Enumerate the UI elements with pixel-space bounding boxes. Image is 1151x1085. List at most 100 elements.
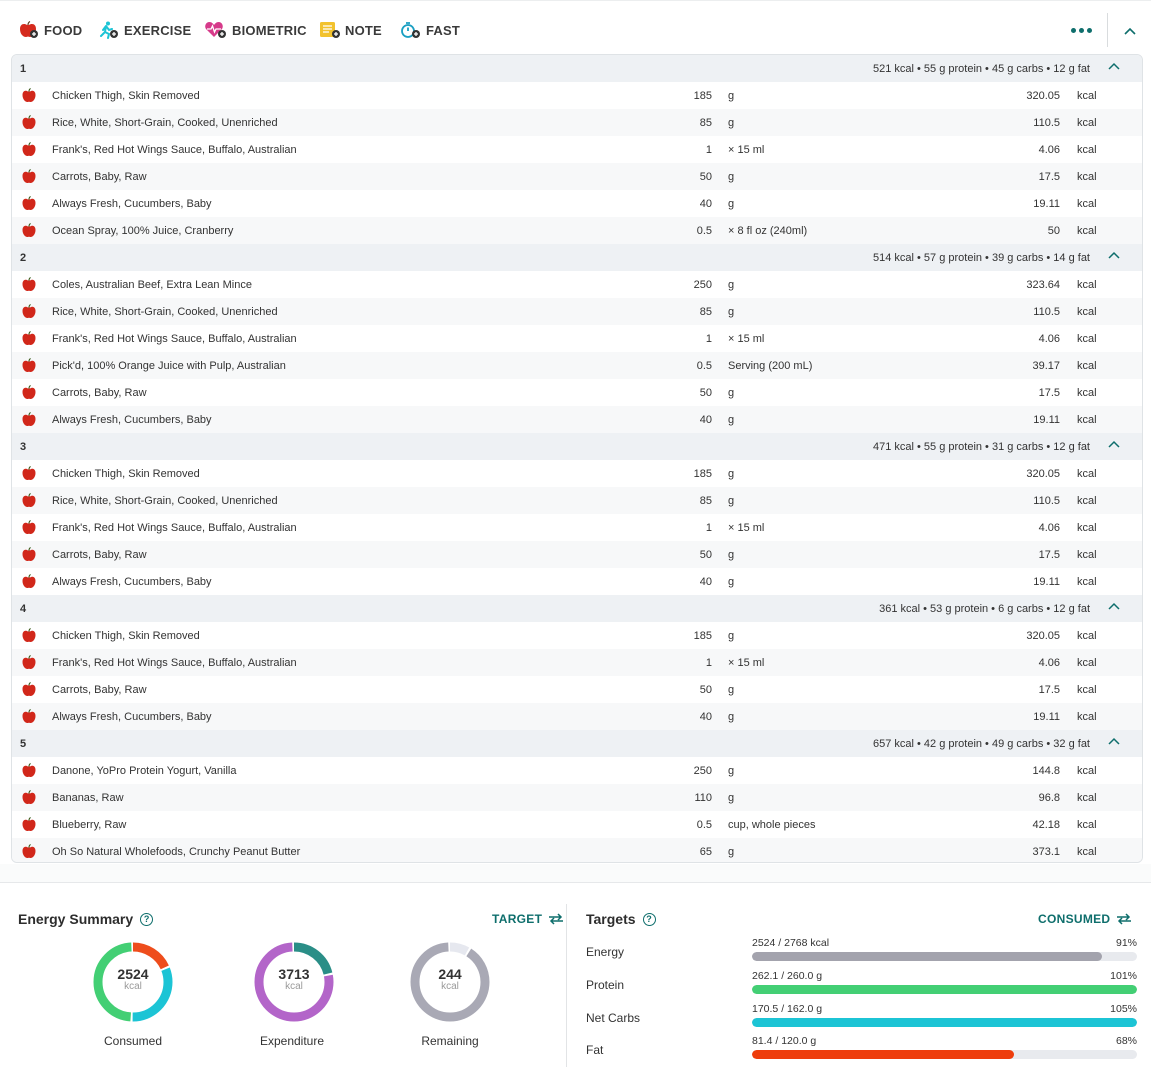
- food-entry-row[interactable]: Chicken Thigh, Skin Removed 185 g 320.05 kca…: [12, 82, 1142, 109]
- food-energy: 320.05: [1026, 90, 1060, 102]
- food-energy-unit: kcal: [1077, 225, 1097, 237]
- food-entry-row[interactable]: Blueberry, Raw 0.5 cup, whole pieces 42.18 k…: [12, 811, 1142, 838]
- target-toggle-button[interactable]: TARGET: [492, 912, 564, 926]
- fast-label: FAST: [426, 22, 461, 38]
- food-energy: 4.06: [1038, 144, 1060, 156]
- food-diary: 1 521 kcal • 55 g protein • 45 g carbs • …: [11, 54, 1143, 863]
- target-label-net-carbs: Net Carbs: [586, 1011, 641, 1025]
- food-unit: g: [728, 630, 735, 642]
- food-name: Always Fresh, Cucumbers, Baby: [52, 198, 212, 210]
- target-bar-net-carbs[interactable]: [752, 1018, 1137, 1027]
- meal-header[interactable]: 1 521 kcal • 55 g protein • 45 g carbs • …: [12, 55, 1142, 82]
- meal-header[interactable]: 5 657 kcal • 42 g protein • 49 g carbs • …: [12, 730, 1142, 757]
- meal-number: 4: [20, 603, 27, 615]
- food-unit: g: [728, 765, 735, 777]
- add-note-button[interactable]: NOTE: [319, 15, 382, 45]
- food-unit: g: [728, 846, 735, 858]
- food-entry-row[interactable]: Danone, YoPro Protein Yogurt, Vanilla 250…: [12, 757, 1142, 784]
- apple-icon: [22, 763, 36, 777]
- consumed-toggle-button[interactable]: CONSUMED: [1038, 912, 1132, 926]
- consumed-value: 2524: [117, 966, 149, 982]
- food-entry-row[interactable]: Frank's, Red Hot Wings Sauce, Buffalo, A…: [12, 649, 1142, 676]
- remaining-ring[interactable]: 244 kcal: [408, 940, 492, 1024]
- food-amount: 0.5: [696, 225, 712, 237]
- targets-title: Targets: [586, 911, 636, 927]
- food-entry-row[interactable]: Coles, Australian Beef, Extra Lean Mince…: [12, 271, 1142, 298]
- section-gap: [0, 864, 1151, 882]
- food-amount: 50: [699, 684, 712, 696]
- meal-header[interactable]: 4 361 kcal • 53 g protein • 6 g carbs • 1…: [12, 595, 1142, 622]
- food-entry-row[interactable]: Frank's, Red Hot Wings Sauce, Buffalo, A…: [12, 514, 1142, 541]
- meal-summary: 514 kcal • 57 g protein • 39 g carbs • 1…: [872, 252, 1090, 264]
- meal-header[interactable]: 3 471 kcal • 55 g protein • 31 g carbs • …: [12, 433, 1142, 460]
- food-entry-row[interactable]: Always Fresh, Cucumbers, Baby 40 g 19.11 kca…: [12, 406, 1142, 433]
- food-amount: 50: [699, 387, 712, 399]
- food-entry-row[interactable]: Rice, White, Short-Grain, Cooked, Unenri…: [12, 109, 1142, 136]
- meal-number: 1: [20, 63, 27, 75]
- add-food-button[interactable]: FOOD: [18, 15, 82, 45]
- food-amount: 0.5: [696, 819, 712, 831]
- collapse-meal-button[interactable]: [1108, 439, 1124, 455]
- meal-number: 2: [20, 252, 27, 264]
- add-biometric-button[interactable]: BIOMETRIC: [204, 15, 307, 45]
- target-bar-energy[interactable]: [752, 952, 1137, 961]
- food-entry-row[interactable]: Always Fresh, Cucumbers, Baby 40 g 19.11 kca…: [12, 703, 1142, 730]
- food-entry-row[interactable]: Chicken Thigh, Skin Removed 185 g 320.05 kca…: [12, 460, 1142, 487]
- food-entry-row[interactable]: Carrots, Baby, Raw 50 g 17.5 kcal: [12, 379, 1142, 406]
- food-entry-row[interactable]: Always Fresh, Cucumbers, Baby 40 g 19.11 kca…: [12, 568, 1142, 595]
- food-entry-row[interactable]: Carrots, Baby, Raw 50 g 17.5 kcal: [12, 541, 1142, 568]
- food-entry-row[interactable]: Carrots, Baby, Raw 50 g 17.5 kcal: [12, 676, 1142, 703]
- collapse-toolbar-button[interactable]: [1118, 19, 1142, 43]
- apple-icon: [22, 331, 36, 345]
- add-fast-button[interactable]: FAST: [400, 15, 460, 45]
- target-value-energy: 2524 / 2768 kcal: [752, 937, 830, 949]
- food-entry-row[interactable]: Frank's, Red Hot Wings Sauce, Buffalo, A…: [12, 325, 1142, 352]
- meal-number: 3: [20, 441, 27, 453]
- apple-plus-icon: [20, 21, 38, 38]
- collapse-meal-button[interactable]: [1108, 250, 1124, 266]
- food-entry-row[interactable]: Frank's, Red Hot Wings Sauce, Buffalo, A…: [12, 136, 1142, 163]
- food-unit: g: [728, 576, 735, 588]
- food-amount: 85: [699, 495, 712, 507]
- consumed-unit: kcal: [124, 981, 142, 992]
- consumed-ring-center: 2524 kcal: [91, 967, 175, 993]
- food-name: Carrots, Baby, Raw: [52, 387, 147, 399]
- target-bar-fat[interactable]: [752, 1050, 1137, 1059]
- apple-icon: [22, 169, 36, 183]
- add-exercise-button[interactable]: EXERCISE: [98, 15, 191, 45]
- apple-icon: [22, 412, 36, 426]
- help-icon[interactable]: ?: [140, 912, 154, 926]
- food-unit: g: [728, 414, 735, 426]
- food-entry-row[interactable]: Pick'd, 100% Orange Juice with Pulp, Aus…: [12, 352, 1142, 379]
- food-amount: 185: [693, 468, 712, 480]
- food-unit: × 8 fl oz (240ml): [728, 225, 808, 237]
- target-bar-fill-energy: [752, 952, 1103, 961]
- more-options-button[interactable]: [1066, 19, 1096, 41]
- food-energy-unit: kcal: [1077, 684, 1097, 696]
- food-unit: × 15 ml: [728, 522, 765, 534]
- food-entry-row[interactable]: Chicken Thigh, Skin Removed 185 g 320.05 kca…: [12, 622, 1142, 649]
- food-entry-row[interactable]: Rice, White, Short-Grain, Cooked, Unenri…: [12, 298, 1142, 325]
- consumed-ring[interactable]: 2524 kcal: [91, 940, 175, 1024]
- collapse-meal-button[interactable]: [1108, 61, 1124, 77]
- food-entry-row[interactable]: Ocean Spray, 100% Juice, Cranberry 0.5 × 8…: [12, 217, 1142, 244]
- chevron-up-icon: [1108, 62, 1120, 70]
- meal-header[interactable]: 2 514 kcal • 57 g protein • 39 g carbs • …: [12, 244, 1142, 271]
- target-label-fat: Fat: [586, 1043, 604, 1057]
- food-name: Frank's, Red Hot Wings Sauce, Buffalo, A…: [52, 657, 297, 669]
- food-energy-unit: kcal: [1077, 630, 1097, 642]
- food-entry-row[interactable]: Always Fresh, Cucumbers, Baby 40 g 19.11 kca…: [12, 190, 1142, 217]
- collapse-meal-button[interactable]: [1108, 601, 1124, 617]
- food-name: Rice, White, Short-Grain, Cooked, Unenri…: [52, 117, 278, 129]
- expenditure-ring[interactable]: 3713 kcal: [252, 940, 336, 1024]
- food-entry-row[interactable]: Oh So Natural Wholefoods, Crunchy Peanut…: [12, 838, 1142, 862]
- chevron-up-icon: [1108, 602, 1120, 610]
- food-entry-row[interactable]: Carrots, Baby, Raw 50 g 17.5 kcal: [12, 163, 1142, 190]
- food-name: Rice, White, Short-Grain, Cooked, Unenri…: [52, 495, 278, 507]
- food-entry-row[interactable]: Rice, White, Short-Grain, Cooked, Unenri…: [12, 487, 1142, 514]
- food-entry-row[interactable]: Bananas, Raw 110 g 96.8 kcal: [12, 784, 1142, 811]
- collapse-meal-button[interactable]: [1108, 736, 1124, 752]
- help-icon[interactable]: ?: [642, 912, 656, 926]
- target-bar-protein[interactable]: [752, 985, 1137, 994]
- apple-icon: [22, 223, 36, 237]
